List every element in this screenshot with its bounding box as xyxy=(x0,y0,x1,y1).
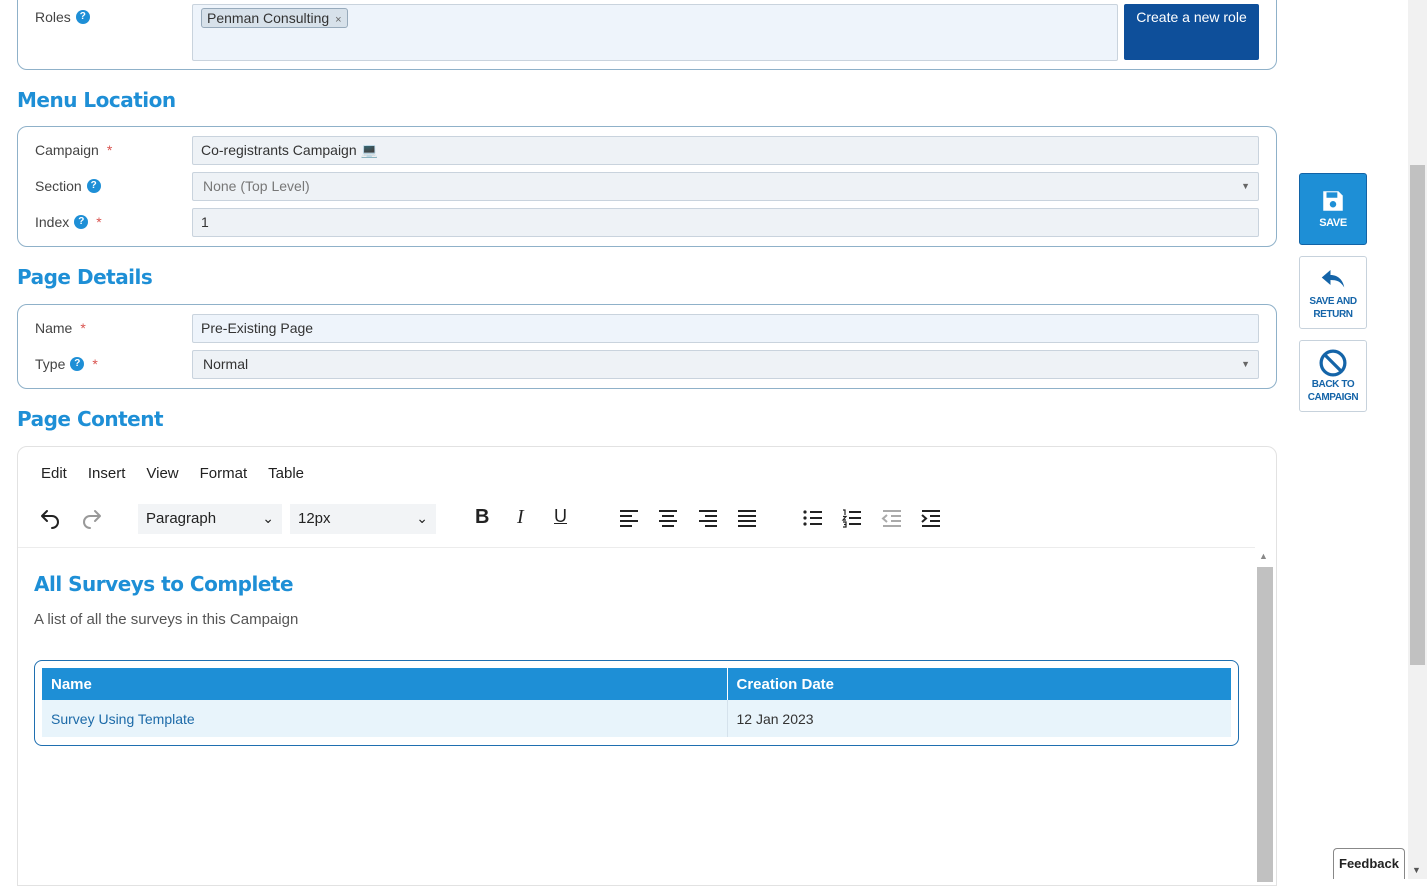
required-mark: * xyxy=(106,142,113,158)
editor-scroll-thumb[interactable] xyxy=(1257,567,1273,882)
scroll-up-arrow-icon[interactable]: ▲ xyxy=(1259,551,1268,561)
bold-icon[interactable]: B xyxy=(475,506,489,529)
name-input[interactable]: Pre-Existing Page xyxy=(192,314,1259,343)
menu-insert[interactable]: Insert xyxy=(88,465,126,482)
chevron-down-icon: ⌄ xyxy=(262,510,274,526)
save-button[interactable]: SAVE xyxy=(1299,173,1367,245)
underline-icon[interactable]: U xyxy=(554,506,567,527)
table-row: Survey Using Template 12 Jan 2023 xyxy=(42,700,1231,737)
index-row: Index ? * 1 xyxy=(18,208,1276,237)
roles-multiselect[interactable]: Penman Consulting × xyxy=(192,4,1118,61)
campaign-row: Campaign * Co-registrants Campaign 💻 xyxy=(18,136,1276,165)
required-mark: * xyxy=(80,320,86,336)
editor-scrollbar[interactable]: ▲ xyxy=(1255,547,1275,882)
page-scroll-thumb[interactable] xyxy=(1410,165,1425,665)
page-content-title: Page Content xyxy=(17,407,164,431)
role-tag: Penman Consulting × xyxy=(201,8,348,28)
indent-icon[interactable] xyxy=(920,507,942,529)
scroll-down-arrow-icon[interactable]: ▼ xyxy=(1412,865,1421,875)
block-format-select[interactable]: Paragraph ⌄ xyxy=(138,504,282,534)
align-justify-icon[interactable] xyxy=(736,507,758,529)
reply-arrow-icon xyxy=(1321,270,1345,288)
campaign-field[interactable]: Co-registrants Campaign 💻 xyxy=(192,136,1259,165)
menu-view[interactable]: View xyxy=(146,465,178,482)
undo-icon[interactable] xyxy=(38,507,62,531)
index-field[interactable]: 1 xyxy=(192,208,1259,237)
menu-format[interactable]: Format xyxy=(200,465,248,482)
content-description: A list of all the surveys in this Campai… xyxy=(34,611,299,628)
numbered-list-icon[interactable] xyxy=(841,507,863,529)
name-label: Name xyxy=(35,320,73,336)
name-row: Name * Pre-Existing Page xyxy=(18,314,1276,343)
campaign-label: Campaign xyxy=(35,142,99,158)
editor-menubar: Edit Insert View Format Table xyxy=(41,465,325,482)
floppy-disk-icon xyxy=(1323,191,1343,211)
section-label: Section xyxy=(35,178,82,194)
editor-content-area[interactable]: All Surveys to Complete A list of all th… xyxy=(18,547,1255,882)
outdent-icon[interactable] xyxy=(881,507,903,529)
roles-panel: Roles ? Penman Consulting × Create a new… xyxy=(17,0,1277,70)
roles-label: Roles ? xyxy=(35,9,90,25)
page-details-title: Page Details xyxy=(17,265,153,289)
align-center-icon[interactable] xyxy=(657,507,679,529)
section-row: Section ? None (Top Level) ▼ xyxy=(18,172,1276,201)
back-to-campaign-button[interactable]: BACK TO CAMPAIGN xyxy=(1299,340,1367,412)
column-header-name[interactable]: Name xyxy=(42,668,728,700)
help-icon[interactable]: ? xyxy=(75,10,90,24)
content-heading: All Surveys to Complete xyxy=(34,572,294,596)
help-icon[interactable]: ? xyxy=(74,215,89,229)
creation-date-cell: 12 Jan 2023 xyxy=(727,700,1231,737)
feedback-button[interactable]: Feedback xyxy=(1333,848,1405,879)
save-and-return-button[interactable]: SAVE AND RETURN xyxy=(1299,256,1367,329)
table-header-row: Name Creation Date xyxy=(42,668,1231,700)
bullet-list-icon[interactable] xyxy=(802,507,824,529)
index-label: Index xyxy=(35,214,70,230)
ban-icon xyxy=(1319,349,1347,377)
type-select[interactable]: Normal ▼ xyxy=(192,350,1259,379)
menu-table[interactable]: Table xyxy=(268,465,304,482)
type-row: Type ? * Normal ▼ xyxy=(18,350,1276,379)
menu-location-panel: Campaign * Co-registrants Campaign 💻 Sec… xyxy=(17,126,1277,247)
dropdown-caret-icon: ▼ xyxy=(1241,181,1250,191)
section-select[interactable]: None (Top Level) ▼ xyxy=(192,172,1259,201)
column-header-creation-date[interactable]: Creation Date xyxy=(727,668,1231,700)
align-right-icon[interactable] xyxy=(697,507,719,529)
type-label: Type xyxy=(35,356,66,372)
chevron-down-icon: ⌄ xyxy=(416,510,428,526)
align-left-icon[interactable] xyxy=(618,507,640,529)
italic-icon[interactable]: I xyxy=(517,506,524,529)
rich-text-editor: Edit Insert View Format Table Paragraph … xyxy=(17,446,1277,886)
required-mark: * xyxy=(92,356,98,372)
remove-tag-icon[interactable]: × xyxy=(335,14,341,26)
create-role-button[interactable]: Create a new role xyxy=(1124,4,1259,60)
help-icon[interactable]: ? xyxy=(70,357,85,371)
dropdown-caret-icon: ▼ xyxy=(1241,359,1250,369)
surveys-table: Name Creation Date Survey Using Template… xyxy=(34,660,1239,746)
page-scrollbar[interactable]: ▼ xyxy=(1408,0,1427,879)
font-size-select[interactable]: 12px ⌄ xyxy=(290,504,436,534)
page-details-panel: Name * Pre-Existing Page Type ? * Normal… xyxy=(17,304,1277,389)
help-icon[interactable]: ? xyxy=(86,179,101,193)
redo-icon[interactable] xyxy=(80,507,104,531)
survey-name-link[interactable]: Survey Using Template xyxy=(42,700,728,737)
menu-edit[interactable]: Edit xyxy=(41,465,67,482)
required-mark: * xyxy=(96,214,102,230)
menu-location-title: Menu Location xyxy=(17,88,176,112)
